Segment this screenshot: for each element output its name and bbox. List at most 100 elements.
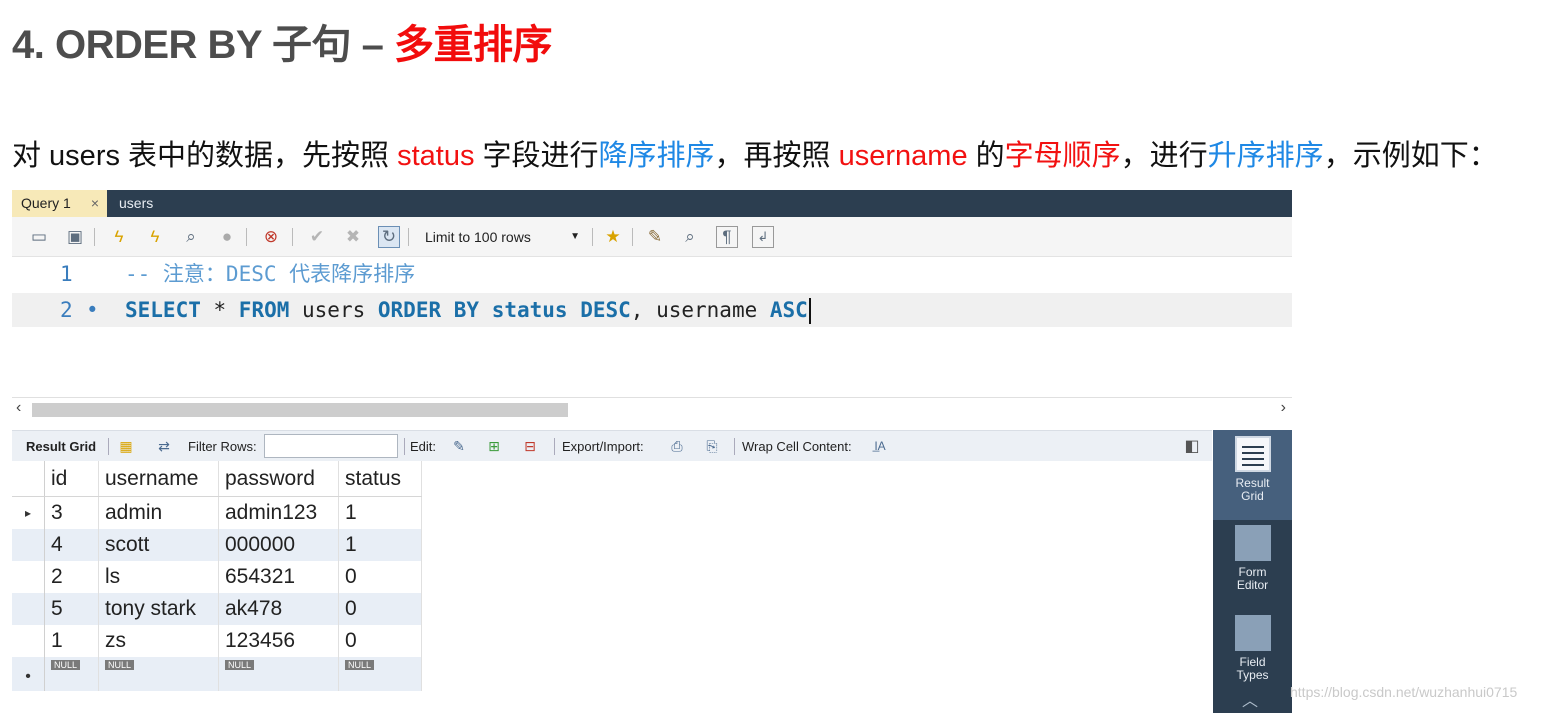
table-cell[interactable]: ls [99, 561, 219, 593]
toggle-error-icon[interactable]: ⊗ [260, 226, 282, 248]
table-cell[interactable]: 1 [339, 529, 422, 561]
null-cell[interactable]: NULL [99, 657, 219, 691]
filter-rows-input[interactable] [264, 434, 398, 458]
table-row[interactable]: 5 tony stark ak478 0 [12, 593, 422, 625]
table-row[interactable]: 1 zs 123456 0 [12, 625, 422, 657]
close-icon[interactable]: × [91, 190, 99, 217]
table-cell[interactable]: admin [99, 497, 219, 529]
scroll-left-icon[interactable]: ‹ [16, 399, 21, 417]
editor-line-2: 2 • SELECT * FROM users ORDER BY status … [12, 293, 1292, 327]
null-badge: NULL [345, 660, 375, 670]
autocommit-icon[interactable]: ↻ [378, 226, 400, 248]
export-import-label: Export/Import: [562, 439, 644, 454]
desc-segment: ，进行 [1120, 140, 1208, 172]
table-cell[interactable]: 2 [45, 561, 99, 593]
null-cell[interactable]: NULL [45, 657, 99, 691]
wrap-icon[interactable]: ↲ [752, 226, 774, 248]
export-icon[interactable]: ⎙ [667, 436, 687, 456]
refresh-icon[interactable]: ⇄ [154, 436, 174, 456]
scrollbar-thumb[interactable] [32, 403, 568, 417]
table-cell[interactable]: 123456 [219, 625, 339, 657]
sql-editor[interactable]: 1 -- 注意：DESC 代表降序排序 2 • SELECT * FROM us… [12, 257, 1292, 397]
execute-current-icon[interactable]: ϟ [144, 226, 166, 248]
wrap-cell-icon[interactable]: I̲A [870, 436, 890, 456]
statement-marker: • [86, 298, 99, 322]
find-icon[interactable]: ⌕ [679, 226, 701, 248]
explain-icon[interactable]: ⌕ [180, 226, 202, 248]
table-row[interactable]: 4 scott 000000 1 [12, 529, 422, 561]
column-header-id[interactable]: id [45, 461, 99, 496]
sql-token: * [200, 298, 239, 322]
table-cell[interactable]: 5 [45, 593, 99, 625]
toolbar-divider [108, 438, 109, 455]
sql-keyword: ASC [769, 298, 808, 322]
desc-segment-status: status [397, 140, 475, 172]
limit-rows-select[interactable]: Limit to 100 rows ▼ [416, 226, 584, 248]
table-row[interactable]: ▸ 3 admin admin123 1 [12, 497, 422, 529]
line-number: 1 [60, 262, 73, 286]
import-icon[interactable]: ⎘ [702, 436, 722, 456]
result-toolbar: Result Grid ▦ ⇄ Filter Rows: Edit: ✎ ⊞ ⊟… [12, 430, 1212, 461]
column-header-username[interactable]: username [99, 461, 219, 496]
table-cell[interactable]: zs [99, 625, 219, 657]
field-types-icon [1234, 615, 1271, 651]
table-cell[interactable]: 1 [339, 497, 422, 529]
tab-users[interactable]: users [109, 190, 169, 217]
sidebar-label: Types [1236, 668, 1269, 682]
table-cell[interactable]: 0 [339, 593, 422, 625]
page-title: 4. ORDER BY 子句 – 多重排序 [12, 12, 552, 70]
invisible-chars-icon[interactable]: ¶ [716, 226, 738, 248]
stop-icon[interactable]: ● [216, 226, 238, 248]
rollback-icon[interactable]: ✖ [342, 226, 364, 248]
table-row[interactable]: 2 ls 654321 0 [12, 561, 422, 593]
tab-label: users [119, 195, 154, 211]
horizontal-scrollbar[interactable]: ‹ › [12, 397, 1292, 421]
sidebar-item-form-editor[interactable]: Form Editor [1213, 525, 1292, 610]
table-cell[interactable]: 4 [45, 529, 99, 561]
table-cell[interactable]: 654321 [219, 561, 339, 593]
sidebar-item-result-grid[interactable]: Result Grid [1213, 430, 1292, 520]
save-icon[interactable]: ▣ [64, 226, 86, 248]
column-header-status[interactable]: status [339, 461, 422, 496]
desc-segment: ，再按照 [714, 140, 839, 172]
tab-query-1[interactable]: Query 1 × [12, 190, 107, 217]
toolbar-divider [404, 438, 405, 455]
table-cell[interactable]: 0 [339, 625, 422, 657]
sql-keyword: ORDER BY [377, 298, 480, 322]
grid-layout-icon[interactable]: ▦ [116, 436, 136, 456]
table-cell[interactable]: 3 [45, 497, 99, 529]
query-toolbar: ▭ ▣ ϟ ϟ ⌕ ● ⊗ ✔ ✖ ↻ Limit to 100 rows ▼ ★… [12, 217, 1292, 257]
chevron-up-icon[interactable]: ︿ [1242, 687, 1258, 711]
current-row-marker: ▸ [12, 497, 45, 529]
table-cell[interactable]: tony stark [99, 593, 219, 625]
toolbar-divider [554, 438, 555, 455]
sql-keyword: status [491, 298, 568, 322]
commit-icon[interactable]: ✔ [306, 226, 328, 248]
toolbar-divider [632, 228, 633, 246]
null-cell[interactable]: NULL [219, 657, 339, 691]
beautify-icon[interactable]: ★ [602, 226, 624, 248]
table-cell[interactable]: scott [99, 529, 219, 561]
add-row-icon[interactable]: ⊞ [484, 436, 504, 456]
table-cell[interactable]: 000000 [219, 529, 339, 561]
scroll-right-icon[interactable]: › [1281, 399, 1286, 417]
new-row[interactable]: • NULL NULL NULL NULL [12, 657, 422, 691]
execute-icon[interactable]: ϟ [108, 226, 130, 248]
edit-row-icon[interactable]: ✎ [449, 436, 469, 456]
brush-icon[interactable]: ✎ [644, 226, 666, 248]
table-cell[interactable]: ak478 [219, 593, 339, 625]
toolbar-divider [408, 228, 409, 246]
null-cell[interactable]: NULL [339, 657, 422, 691]
delete-row-icon[interactable]: ⊟ [520, 436, 540, 456]
sidebar-item-field-types[interactable]: Field Types [1213, 615, 1292, 695]
desc-segment-alpha-order: 字母顺序 [1004, 140, 1121, 172]
column-header-password[interactable]: password [219, 461, 339, 496]
edit-label: Edit: [410, 439, 437, 454]
table-cell[interactable]: admin123 [219, 497, 339, 529]
open-folder-icon[interactable]: ▭ [28, 226, 50, 248]
table-cell[interactable]: 0 [339, 561, 422, 593]
table-cell[interactable]: 1 [45, 625, 99, 657]
toggle-panel-icon[interactable]: ◧ [1182, 436, 1202, 456]
sidebar-label: Editor [1236, 578, 1269, 592]
